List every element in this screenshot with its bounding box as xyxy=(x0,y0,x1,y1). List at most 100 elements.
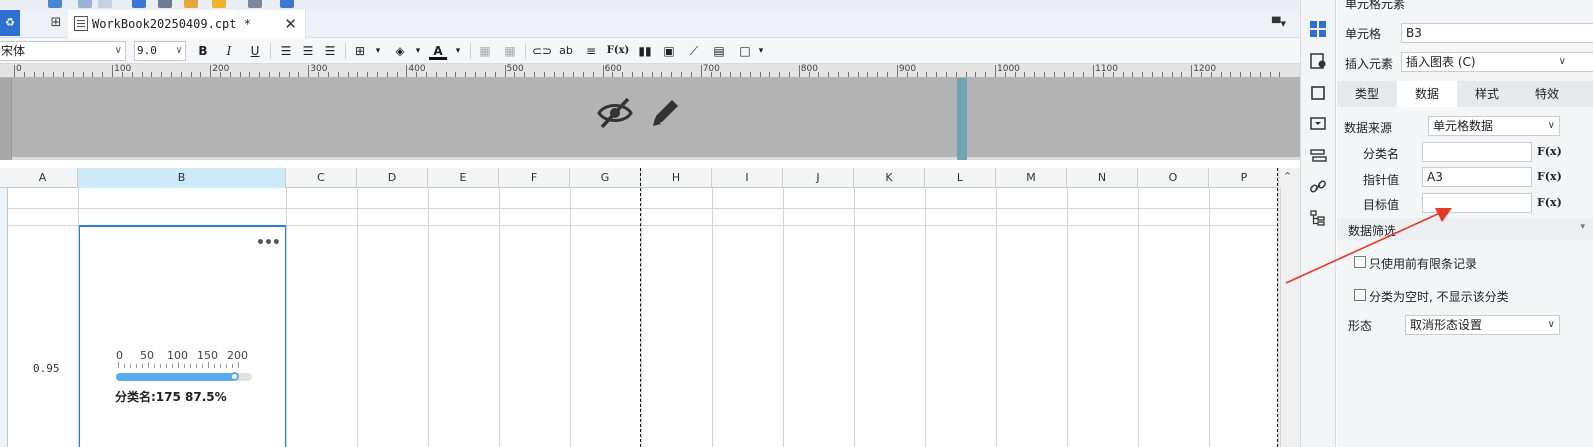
insert-image-icon[interactable]: ▣ xyxy=(660,42,678,60)
column-header-p[interactable]: P xyxy=(1209,168,1280,188)
column-header-h[interactable]: H xyxy=(641,168,712,188)
column-header-m[interactable]: M xyxy=(996,168,1067,188)
link-icon[interactable]: ⊂⊃ xyxy=(532,42,552,60)
border-icon[interactable]: ⊞ xyxy=(351,42,369,60)
column-header-o[interactable]: O xyxy=(1138,168,1209,188)
ruler-minor-tick xyxy=(220,72,221,77)
bold-button[interactable]: B xyxy=(194,42,212,60)
formula-button[interactable]: F(x) xyxy=(606,42,630,60)
ruler-major-tick xyxy=(602,65,604,77)
chevron-down-icon[interactable]: ▾ xyxy=(369,42,387,60)
pointer-formula-button[interactable]: F(x) xyxy=(1537,167,1562,187)
sub-report-icon[interactable]: ▤ xyxy=(710,42,728,60)
font-color-icon[interactable]: A xyxy=(429,42,447,60)
panel-tab-3[interactable]: 特效 xyxy=(1517,81,1577,107)
ruler-minor-tick xyxy=(161,72,163,77)
align-center-icon[interactable]: ☰ xyxy=(299,42,317,60)
tab-title: WorkBook20250409.cpt * xyxy=(92,17,251,31)
run-icon[interactable] xyxy=(280,0,294,8)
split-cells-icon[interactable]: ▦ xyxy=(501,42,519,60)
insert-chart-icon[interactable]: ▮▮ xyxy=(636,42,654,60)
insert-text-button[interactable]: ab xyxy=(557,42,575,60)
column-header-f[interactable]: F xyxy=(499,168,570,188)
cell-a3[interactable]: 0.95 xyxy=(33,362,60,375)
slash-line-icon[interactable]: ⟋ xyxy=(685,42,703,60)
band-boundary-marker[interactable] xyxy=(957,78,967,160)
merge-cells-icon[interactable]: ▦ xyxy=(476,42,494,60)
ruler-minor-tick xyxy=(1053,72,1055,77)
spreadsheet[interactable]: ABCDEFGHIJKLMNOP 0.95 ••• 0 50 100 150 200 分… xyxy=(0,168,1300,447)
cell-b3-gauge-chart[interactable]: ••• 0 50 100 150 200 分类名:175 87.5% xyxy=(78,225,287,447)
redo-icon[interactable] xyxy=(98,0,112,8)
align-right-icon[interactable]: ☰ xyxy=(321,42,339,60)
preview-icon[interactable] xyxy=(248,0,262,8)
column-header-n[interactable]: N xyxy=(1067,168,1138,188)
data-source-select[interactable]: 单元格数据 ∨ xyxy=(1428,116,1560,136)
category-formula-button[interactable]: F(x) xyxy=(1537,142,1562,162)
column-header-d[interactable]: D xyxy=(357,168,428,188)
cell-field[interactable]: B3 xyxy=(1401,23,1593,43)
template-icon[interactable] xyxy=(132,0,146,8)
ruler-minor-tick xyxy=(573,72,575,77)
panel-tab-0[interactable]: 类型 xyxy=(1337,81,1397,107)
column-header-g[interactable]: G xyxy=(570,168,641,188)
eye-hidden-icon[interactable] xyxy=(596,94,634,132)
pointer-value-field[interactable]: A3 xyxy=(1422,167,1532,187)
chevron-up-icon[interactable]: ⌃ xyxy=(1283,170,1292,183)
grid-view-icon[interactable]: ⊞ xyxy=(48,15,64,31)
fill-color-icon[interactable]: ◈ xyxy=(391,42,409,60)
chevron-down-icon[interactable]: ▾ xyxy=(409,42,427,60)
cell-attribute-icon[interactable] xyxy=(1309,52,1327,70)
gauge-tick xyxy=(184,364,185,368)
italic-button[interactable]: I xyxy=(220,42,238,60)
column-header-k[interactable]: K xyxy=(854,168,925,188)
close-icon[interactable]: ✕ xyxy=(284,15,297,33)
category-name-field[interactable] xyxy=(1422,142,1532,162)
ruler-minor-tick xyxy=(955,72,957,77)
hyperlink-icon[interactable] xyxy=(1309,178,1327,196)
chevron-up-icon[interactable]: ^ xyxy=(1314,0,1322,5)
underline-button[interactable]: U xyxy=(246,42,264,60)
rich-text-icon[interactable]: ≡ xyxy=(582,42,600,60)
insert-element-select[interactable]: 插入图表 (C) ∨ xyxy=(1401,52,1593,72)
ruler-minor-tick xyxy=(739,72,741,77)
column-header-a[interactable]: A xyxy=(8,168,78,188)
widget-icon[interactable] xyxy=(1309,115,1327,133)
column-header-c[interactable]: C xyxy=(286,168,357,188)
ruler-minor-tick xyxy=(945,72,947,77)
column-header-j[interactable]: J xyxy=(783,168,854,188)
column-divider xyxy=(499,188,500,447)
paste-icon[interactable] xyxy=(184,0,198,8)
condition-attribute-icon[interactable] xyxy=(1309,147,1327,165)
panel-tab-2[interactable]: 样式 xyxy=(1457,81,1517,107)
undo-icon[interactable] xyxy=(78,0,92,8)
ruler-major-tick xyxy=(896,65,898,77)
column-header-e[interactable]: E xyxy=(428,168,499,188)
gauge-caption: 分类名:175 87.5% xyxy=(115,390,227,404)
form-select[interactable]: 取消形态设置 ∨ xyxy=(1405,315,1560,335)
more-options-icon[interactable]: ••• xyxy=(256,235,281,251)
collapse-arrow-icon[interactable]: ▾ xyxy=(1580,222,1585,232)
font-size-select[interactable]: 9.0 ∨ xyxy=(134,41,186,61)
panel-tab-1[interactable]: 数据 xyxy=(1397,81,1457,107)
cell-element-icon[interactable] xyxy=(1309,20,1327,38)
tab-list-menu-icon[interactable]: ▀▾ xyxy=(1272,17,1286,30)
column-header-b[interactable]: B xyxy=(78,168,286,188)
target-formula-button[interactable]: F(x) xyxy=(1537,193,1562,213)
copy-icon[interactable] xyxy=(158,0,172,8)
ruler-minor-tick xyxy=(33,72,35,77)
cell-field-value: B3 xyxy=(1406,26,1422,40)
style-frame-icon[interactable] xyxy=(1309,84,1327,102)
tab-workbook[interactable]: WorkBook20250409.cpt * ✕ xyxy=(68,10,306,38)
format-painter-icon[interactable] xyxy=(212,0,226,8)
column-header-l[interactable]: L xyxy=(925,168,996,188)
align-left-icon[interactable]: ☰ xyxy=(277,42,295,60)
gauge-tick xyxy=(136,364,137,368)
font-family-select[interactable]: 宋体 ∨ xyxy=(0,41,126,61)
chevron-down-icon[interactable]: ▾ xyxy=(752,42,770,60)
save-icon[interactable] xyxy=(48,0,62,8)
chevron-down-icon[interactable]: ▾ xyxy=(449,42,467,60)
ruler-minor-tick xyxy=(877,72,879,77)
column-header-i[interactable]: I xyxy=(712,168,783,188)
edit-pencil-icon[interactable] xyxy=(646,94,684,132)
